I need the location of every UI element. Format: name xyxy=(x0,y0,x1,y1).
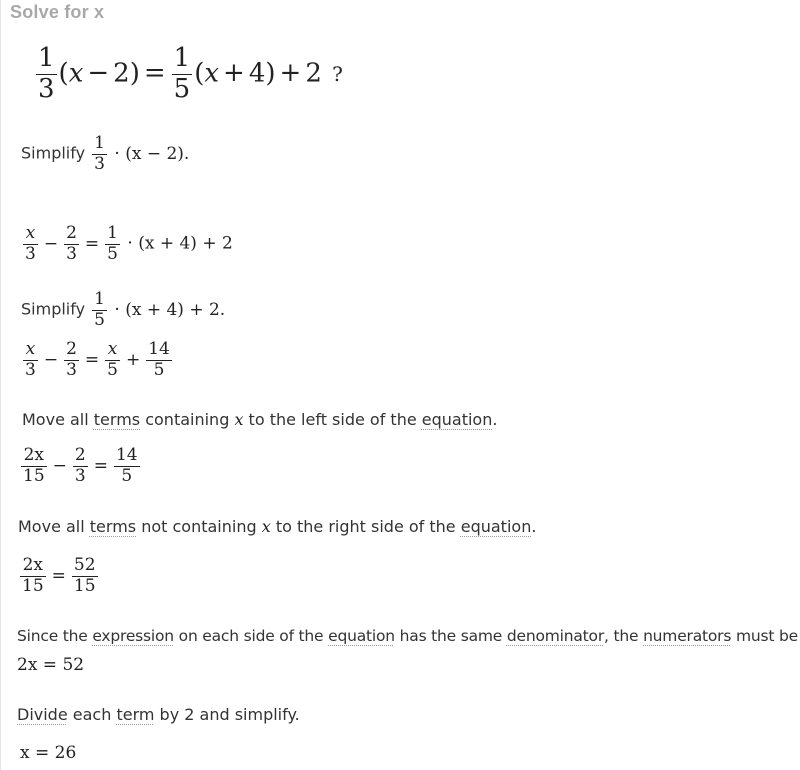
numerators-link[interactable]: numerators xyxy=(643,627,731,645)
step-5-instruction: Since the expression on each side of the… xyxy=(17,627,800,645)
final-answer: x = 26 xyxy=(20,743,77,763)
fraction: 2x 15 xyxy=(21,445,47,486)
problem-equation: 1 3 (x −2) = 1 5 (x +4) +2 ? xyxy=(36,43,343,104)
step-1-instruction: Simplify 13 · (x − 2). xyxy=(21,133,190,174)
divide-link[interactable]: Divide xyxy=(17,705,68,724)
fraction: 2x 15 xyxy=(20,555,46,596)
step-4-instruction: Move all terms not containing x to the r… xyxy=(18,517,537,536)
solution-page: Solve for x 1 3 (x −2) = 1 5 (x +4) +2 ? Simplify… xyxy=(0,0,800,770)
fraction: 23 xyxy=(64,223,79,264)
step-6-instruction: Divide each term by 2 and simplify. xyxy=(17,705,300,724)
step-3-result: 2x 15−2 3 = 14 5 xyxy=(21,445,140,486)
equation-link[interactable]: equation xyxy=(328,627,395,645)
fraction: 23 xyxy=(72,445,88,486)
equation-link[interactable]: equation xyxy=(461,517,532,536)
step-2-result: x 3−2 3 = x 5 +14 5 xyxy=(23,339,172,380)
step-3-instruction: Move all terms containing x to the left … xyxy=(22,410,498,429)
fraction: x5 xyxy=(105,339,120,380)
step-4-result: 2x 15 = 52 15 xyxy=(20,555,98,596)
step-2-instruction: Simplify 15 · (x + 4) + 2. xyxy=(21,289,226,330)
fraction: 13 xyxy=(36,43,57,104)
expression-link[interactable]: expression xyxy=(92,627,174,645)
fraction: 23 xyxy=(64,339,79,380)
fraction: 15 xyxy=(171,43,193,104)
page-title: Solve for x xyxy=(10,2,105,22)
fraction: 15 xyxy=(92,289,107,330)
denominator-link[interactable]: denominator xyxy=(507,627,604,645)
term-link[interactable]: terms xyxy=(90,517,136,536)
term-link[interactable]: terms xyxy=(94,410,140,429)
fraction: 52 15 xyxy=(71,555,98,596)
fraction: x3 xyxy=(23,339,38,380)
step-5-result: 2x = 52 xyxy=(17,655,85,675)
fraction: 13 xyxy=(92,133,107,174)
equation-link[interactable]: equation xyxy=(422,410,493,429)
fraction: x3 xyxy=(23,223,38,264)
fraction: 14 5 xyxy=(146,339,172,380)
fraction: 15 xyxy=(105,223,120,264)
term-link[interactable]: term xyxy=(116,705,154,724)
fraction: 14 5 xyxy=(113,445,140,486)
step-1-result: x 3−2 3 = 1 5 · (x + 4) + 2 xyxy=(23,223,233,264)
